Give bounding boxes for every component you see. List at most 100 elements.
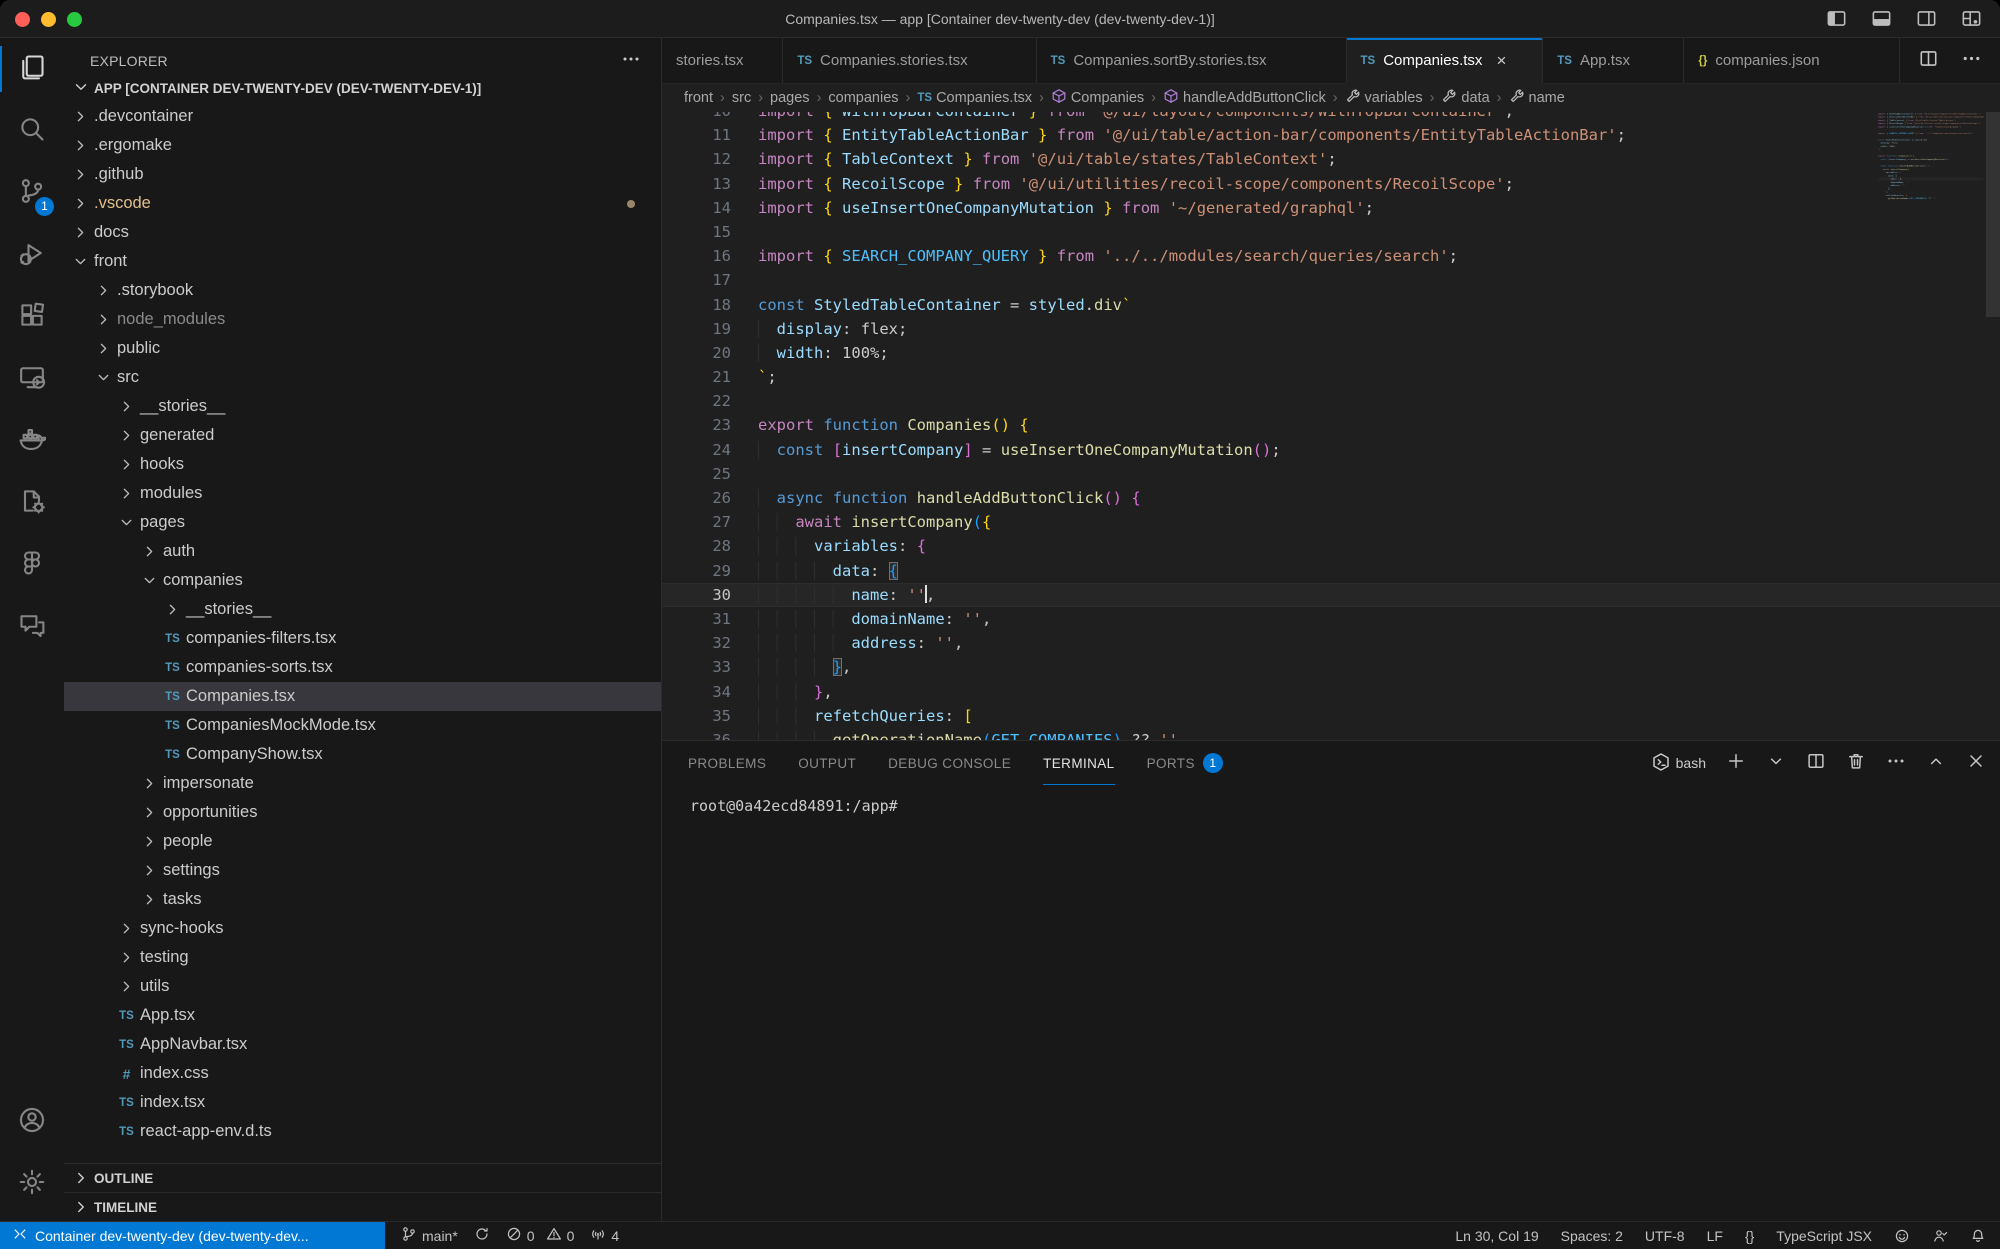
status-person-icon[interactable]: [1932, 1228, 1948, 1244]
status-sync[interactable]: [474, 1226, 490, 1245]
code-line-26[interactable]: 26 async function handleAddButtonClick()…: [662, 486, 2000, 510]
activity-item-run-debug[interactable]: [0, 224, 64, 286]
activity-item-figma[interactable]: [0, 534, 64, 596]
tab-App.tsx[interactable]: TSApp.tsx: [1543, 38, 1684, 83]
breadcrumb-item-pages[interactable]: pages: [770, 90, 810, 106]
code-line-12[interactable]: 12import { TableContext } from '@/ui/tab…: [662, 147, 2000, 171]
activity-item-explorer[interactable]: [0, 38, 64, 100]
tree-item-testing[interactable]: testing: [64, 943, 661, 972]
code-line-34[interactable]: 34 },: [662, 680, 2000, 704]
tree-item-CompaniesMockMode.tsx[interactable]: TSCompaniesMockMode.tsx: [64, 711, 661, 740]
close-tab-icon[interactable]: ×: [1496, 51, 1506, 71]
activity-item-comments[interactable]: [0, 596, 64, 658]
tab-Companies.stories.tsx[interactable]: TSCompanies.stories.tsx: [783, 38, 1036, 83]
code-line-11[interactable]: 11import { EntityTableActionBar } from '…: [662, 123, 2000, 147]
split-terminal-icon[interactable]: [1806, 751, 1826, 776]
status-eol[interactable]: LF: [1707, 1228, 1723, 1244]
code-line-33[interactable]: 33 },: [662, 655, 2000, 679]
activity-item-accounts[interactable]: [0, 1091, 64, 1153]
tree-item-__stories__[interactable]: __stories__: [64, 595, 661, 624]
sidebar-section-outline[interactable]: OUTLINE: [64, 1163, 661, 1192]
code-line-20[interactable]: 20 width: 100%;: [662, 341, 2000, 365]
editor-scrollbar[interactable]: [1986, 112, 2000, 317]
activity-item-settings[interactable]: [0, 1153, 64, 1215]
tree-item-CompanyShow.tsx[interactable]: TSCompanyShow.tsx: [64, 740, 661, 769]
tab-Companies.tsx[interactable]: TSCompanies.tsx×: [1347, 38, 1544, 84]
terminal-more-icon[interactable]: [1886, 751, 1906, 776]
panel-right-icon[interactable]: [1916, 8, 1937, 34]
layout-customize-icon[interactable]: [1961, 8, 1982, 34]
remote-indicator[interactable]: Container dev-twenty-dev (dev-twenty-dev…: [0, 1222, 385, 1249]
kill-terminal-icon[interactable]: [1846, 751, 1866, 776]
breadcrumb-item-name[interactable]: name: [1509, 88, 1565, 108]
tree-item-companies-sorts.tsx[interactable]: TScompanies-sorts.tsx: [64, 653, 661, 682]
tree-item-opportunities[interactable]: opportunities: [64, 798, 661, 827]
activity-item-source-control[interactable]: 1: [0, 162, 64, 224]
tree-item-src[interactable]: src: [64, 363, 661, 392]
close-panel-icon[interactable]: [1966, 751, 1986, 776]
code-line-32[interactable]: 32 address: '',: [662, 631, 2000, 655]
code-line-27[interactable]: 27 await insertCompany({: [662, 510, 2000, 534]
tree-item-App.tsx[interactable]: TSApp.tsx: [64, 1001, 661, 1030]
code-line-36[interactable]: 36 getOperationName(GET_COMPANIES) ?? ''…: [1878, 197, 1983, 200]
sidebar-section-timeline[interactable]: TIMELINE: [64, 1192, 661, 1221]
tree-item-public[interactable]: public: [64, 334, 661, 363]
terminal[interactable]: root@0a42ecd84891:/app#: [662, 785, 2000, 1221]
tree-item-index.tsx[interactable]: TSindex.tsx: [64, 1088, 661, 1117]
tree-item-.ergomake[interactable]: .ergomake: [64, 131, 661, 160]
tree-item-utils[interactable]: utils: [64, 972, 661, 1001]
status-language-mode[interactable]: TypeScript JSX: [1776, 1228, 1872, 1244]
panel-tab-problems[interactable]: PROBLEMS: [688, 741, 766, 785]
status-language-status[interactable]: {}: [1745, 1228, 1754, 1244]
status-git-branch[interactable]: main*: [401, 1226, 458, 1245]
tree-item-docs[interactable]: docs: [64, 218, 661, 247]
status-problems[interactable]: 00: [506, 1226, 575, 1245]
tree-item-node_modules[interactable]: node_modules: [64, 305, 661, 334]
panel-bottom-icon[interactable]: [1871, 8, 1892, 34]
tree-item-tasks[interactable]: tasks: [64, 885, 661, 914]
activity-item-dev-containers[interactable]: [0, 472, 64, 534]
tree-item-companies[interactable]: companies: [64, 566, 661, 595]
panel-tab-debug-console[interactable]: DEBUG CONSOLE: [888, 741, 1011, 785]
terminal-instance-bash[interactable]: bash: [1651, 752, 1706, 775]
tree-item-companies-filters.tsx[interactable]: TScompanies-filters.tsx: [64, 624, 661, 653]
tree-item-index.css[interactable]: #index.css: [64, 1059, 661, 1088]
tree-item-.storybook[interactable]: .storybook: [64, 276, 661, 305]
explorer-more-actions-icon[interactable]: [621, 49, 641, 74]
code-line-10[interactable]: 10import { WithTopBarContainer } from '@…: [662, 112, 2000, 123]
code-line-25[interactable]: 25: [662, 462, 2000, 486]
code-editor[interactable]: 10import { WithTopBarContainer } from '@…: [662, 112, 2000, 740]
breadcrumb-item-src[interactable]: src: [732, 90, 751, 106]
code-line-29[interactable]: 29 data: {: [662, 559, 2000, 583]
new-terminal-icon[interactable]: [1726, 751, 1746, 776]
tree-item-pages[interactable]: pages: [64, 508, 661, 537]
code-line-19[interactable]: 19 display: flex;: [662, 317, 2000, 341]
code-line-13[interactable]: 13import { RecoilScope } from '@/ui/util…: [662, 172, 2000, 196]
minimap[interactable]: 10import { WithTopBarContainer } from '@…: [1878, 112, 1984, 740]
code-line-17[interactable]: 17: [662, 268, 2000, 292]
tree-item-impersonate[interactable]: impersonate: [64, 769, 661, 798]
tree-item-modules[interactable]: modules: [64, 479, 661, 508]
maximize-panel-icon[interactable]: [1926, 751, 1946, 776]
tree-item-__stories__[interactable]: __stories__: [64, 392, 661, 421]
panel-tab-ports[interactable]: PORTS1: [1147, 741, 1223, 785]
tab-Companies.sortBy.stories.tsx[interactable]: TSCompanies.sortBy.stories.tsx: [1037, 38, 1347, 83]
breadcrumb-item-Companies[interactable]: Companies: [1051, 88, 1144, 108]
panel-left-icon[interactable]: [1826, 8, 1847, 34]
code-line-15[interactable]: 15: [662, 220, 2000, 244]
status-ports-forwarded[interactable]: 4: [590, 1226, 619, 1245]
status-bell-icon[interactable]: [1970, 1228, 1986, 1244]
code-line-36[interactable]: 36 getOperationName(GET_COMPANIES) ?? ''…: [662, 728, 2000, 740]
tree-item-front[interactable]: front: [64, 247, 661, 276]
activity-item-remote-explorer[interactable]: [0, 348, 64, 410]
status-smiley-icon[interactable]: [1894, 1228, 1910, 1244]
tree-item-Companies.tsx[interactable]: TSCompanies.tsx: [64, 682, 661, 711]
code-line-35[interactable]: 35 refetchQueries: [: [662, 704, 2000, 728]
code-line-24[interactable]: 24 const [insertCompany] = useInsertOneC…: [662, 438, 2000, 462]
tree-item-.vscode[interactable]: .vscode: [64, 189, 661, 218]
breadcrumb-item-Companies.tsx[interactable]: TSCompanies.tsx: [917, 90, 1032, 106]
code-line-18[interactable]: 18const StyledTableContainer = styled.di…: [662, 293, 2000, 317]
tree-item-.devcontainer[interactable]: .devcontainer: [64, 102, 661, 131]
breadcrumb-item-front[interactable]: front: [684, 90, 713, 106]
activity-item-search[interactable]: [0, 100, 64, 162]
